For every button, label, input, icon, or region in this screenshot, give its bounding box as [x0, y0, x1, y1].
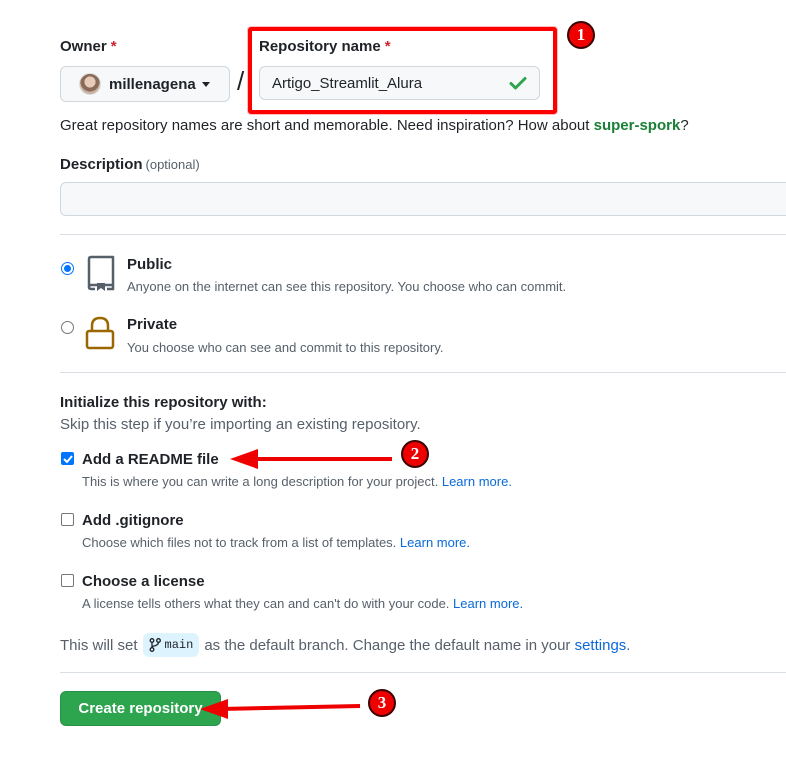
annotation-arrow-2	[230, 449, 392, 469]
annotation-arrow-3	[200, 699, 361, 719]
annotation-arrows	[200, 449, 392, 719]
annotation-badge-3: 3	[368, 689, 396, 717]
annotation-badge-2: 2	[401, 440, 429, 468]
